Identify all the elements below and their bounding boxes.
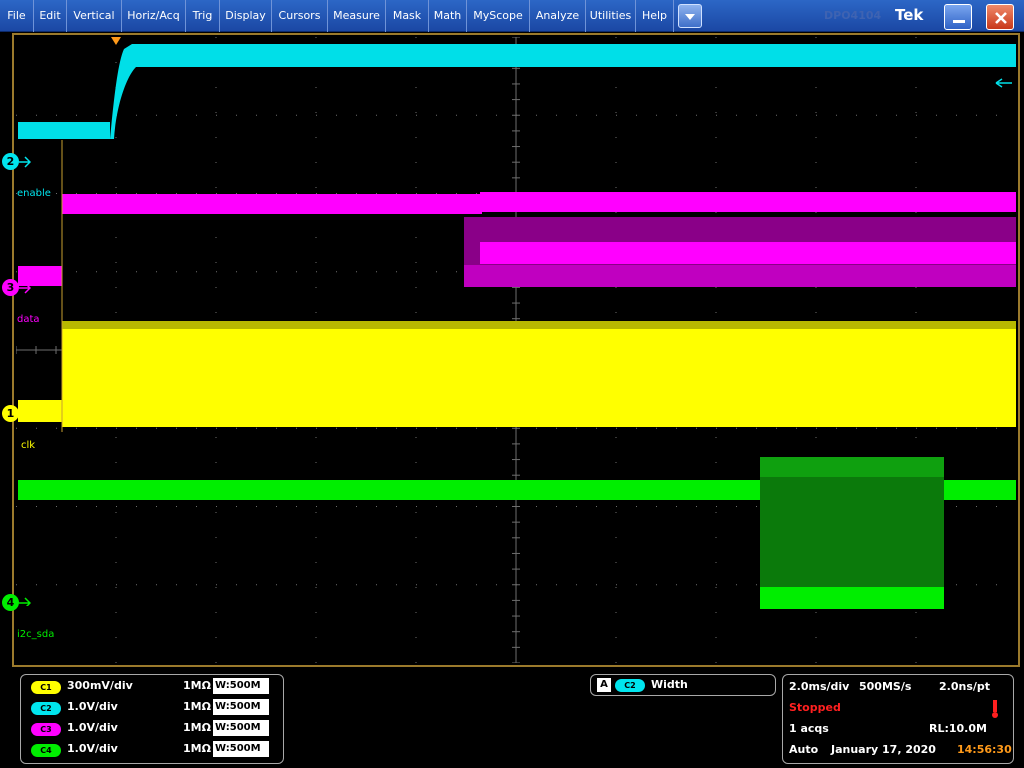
channel-readout-panel[interactable]: C1 300mV/div 1MΩ W:500M C2 1.0V/div 1MΩ … bbox=[20, 674, 284, 764]
acquisition-count: 1 acqs bbox=[789, 722, 829, 735]
menu-dropdown-button[interactable] bbox=[678, 4, 702, 28]
trigger-mode: Auto bbox=[789, 743, 819, 756]
measurement-slot: A bbox=[597, 678, 611, 692]
menu-horiz-acq[interactable]: Horiz/Acq bbox=[122, 0, 186, 32]
bw-prefix: W: bbox=[215, 680, 230, 691]
menu-utilities[interactable]: Utilities bbox=[586, 0, 636, 32]
c4-badge: C4 bbox=[31, 744, 61, 757]
c1-scale: 300mV/div bbox=[67, 679, 133, 692]
c3-trace-toggle-low bbox=[480, 242, 1016, 264]
ground-arrows bbox=[19, 156, 31, 606]
c2-scale: 1.0V/div bbox=[67, 700, 118, 713]
c4-trace-burst-top bbox=[760, 457, 944, 477]
c4-trace-idle bbox=[18, 480, 760, 500]
bw-prefix: W: bbox=[215, 743, 230, 754]
c1-trace-clock-band bbox=[62, 327, 1016, 427]
c3-bandwidth-value: 500M bbox=[229, 722, 261, 733]
menu-math[interactable]: Math bbox=[429, 0, 467, 32]
acquisition-readout[interactable]: 2.0ms/div 500MS/s 2.0ns/pt Stopped 1 acq… bbox=[782, 674, 1014, 764]
minimize-icon bbox=[953, 20, 965, 23]
menu-vertical[interactable]: Vertical bbox=[67, 0, 122, 32]
c2-trace-high bbox=[110, 44, 1016, 139]
c4-ground-marker[interactable]: 4 bbox=[2, 594, 19, 611]
bw-prefix: W: bbox=[215, 722, 230, 733]
c3-ground-marker[interactable]: 3 bbox=[2, 279, 19, 296]
c2-impedance: 1MΩ bbox=[183, 700, 211, 713]
c1-badge: C1 bbox=[31, 681, 61, 694]
readout-area: C1 300mV/div 1MΩ W:500M C2 1.0V/div 1MΩ … bbox=[0, 668, 1024, 768]
date: January 17, 2020 bbox=[831, 743, 936, 756]
menu-analyze[interactable]: Analyze bbox=[530, 0, 586, 32]
c4-trace-burst-low bbox=[760, 587, 944, 609]
c4-impedance: 1MΩ bbox=[183, 742, 211, 755]
menu-file[interactable]: File bbox=[0, 0, 34, 32]
c2-arrow-icon bbox=[19, 156, 31, 168]
model-watermark: DPO4104 bbox=[824, 9, 882, 22]
menu-display[interactable]: Display bbox=[220, 0, 272, 32]
c1-ground-marker[interactable]: 1 bbox=[2, 405, 19, 422]
c4-trace-idle-end bbox=[944, 480, 1016, 500]
c4-scale: 1.0V/div bbox=[67, 742, 118, 755]
c3-scale: 1.0V/div bbox=[67, 721, 118, 734]
menu-help[interactable]: Help bbox=[636, 0, 674, 32]
c3-arrow-icon bbox=[19, 282, 31, 294]
c3-bandwidth: W:500M bbox=[213, 720, 269, 736]
timebase: 2.0ms/div bbox=[789, 680, 850, 693]
resolution: 2.0ns/pt bbox=[939, 680, 991, 693]
c1-bandwidth-value: 500M bbox=[229, 680, 261, 691]
close-icon bbox=[995, 12, 1007, 24]
c1-impedance: 1MΩ bbox=[183, 679, 211, 692]
menu-cursors[interactable]: Cursors bbox=[272, 0, 328, 32]
c1-bandwidth: W:500M bbox=[213, 678, 269, 694]
c2-badge: C2 bbox=[31, 702, 61, 715]
c3-impedance: 1MΩ bbox=[183, 721, 211, 734]
c3-badge: C3 bbox=[31, 723, 61, 736]
menu-mask[interactable]: Mask bbox=[386, 0, 429, 32]
c3-trace-high bbox=[62, 194, 482, 214]
c4-channel-name: i2c_sda bbox=[17, 629, 55, 640]
c4-arrow-icon bbox=[19, 597, 31, 606]
sample-rate: 500MS/s bbox=[859, 680, 912, 693]
record-length: RL:10.0M bbox=[929, 722, 987, 735]
trigger-mark-icon bbox=[992, 700, 998, 718]
waveform-display[interactable] bbox=[16, 37, 1016, 663]
minimize-button[interactable] bbox=[944, 4, 972, 30]
menu-edit[interactable]: Edit bbox=[34, 0, 67, 32]
menu-measure[interactable]: Measure bbox=[328, 0, 386, 32]
measurement-channel-badge: C2 bbox=[615, 679, 645, 692]
acquisition-state: Stopped bbox=[789, 701, 841, 714]
c2-bandwidth: W:500M bbox=[213, 699, 269, 715]
bw-prefix: W: bbox=[215, 701, 230, 712]
c2-ground-marker[interactable]: 2 bbox=[2, 153, 19, 170]
c3-trace-toggle-bottom bbox=[464, 265, 1016, 287]
c1-arrow-icon bbox=[19, 408, 31, 420]
waveforms bbox=[18, 44, 1016, 609]
brand-logo: Tek bbox=[895, 6, 924, 24]
c1-trace-overshoot bbox=[62, 321, 1016, 329]
close-button[interactable] bbox=[986, 4, 1014, 30]
c4-bandwidth: W:500M bbox=[213, 741, 269, 757]
time: 14:56:30 bbox=[957, 743, 1012, 756]
measurement-type: Width bbox=[651, 678, 688, 691]
chevron-down-icon bbox=[685, 14, 695, 20]
c3-trace-toggle-high bbox=[480, 192, 1016, 212]
menu-trig[interactable]: Trig bbox=[186, 0, 220, 32]
trigger-level-icon[interactable] bbox=[995, 78, 1012, 88]
c4-bandwidth-value: 500M bbox=[229, 743, 261, 754]
trigger-position-icon[interactable] bbox=[111, 37, 121, 45]
measurement-readout[interactable]: A C2 Width bbox=[590, 674, 776, 696]
menu-myscope[interactable]: MyScope bbox=[467, 0, 530, 32]
menu-bar: File Edit Vertical Horiz/Acq Trig Displa… bbox=[0, 0, 1024, 32]
c2-bandwidth-value: 500M bbox=[229, 701, 261, 712]
c2-trace-low bbox=[18, 122, 110, 139]
